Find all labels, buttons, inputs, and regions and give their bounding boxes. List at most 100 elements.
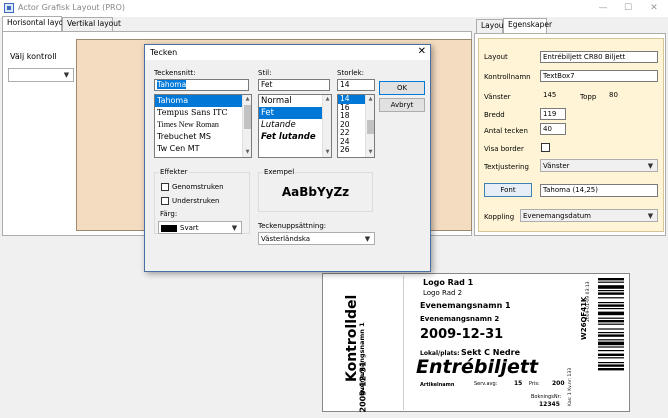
char-count-field[interactable]: 40 [540, 123, 566, 135]
text-justify-label: Textjustering [484, 163, 529, 171]
color-swatch [161, 224, 177, 232]
font-item[interactable]: Tw Cen MT [155, 143, 251, 155]
tab-properties[interactable]: Egenskaper [503, 18, 552, 33]
main-tabs: Horisontal layout Vertikal layout [0, 16, 472, 31]
font-item[interactable]: Times New Roman [155, 119, 251, 131]
barcode-bar [598, 285, 624, 289]
service-fee-label: Serv.avg: [474, 381, 498, 387]
choose-control-select[interactable]: ▼ [8, 68, 74, 82]
scroll-thumb[interactable] [367, 120, 374, 134]
properties-box [478, 38, 664, 232]
stub-event: Evenemangsnamn 1 [358, 322, 366, 396]
barcode-bar [598, 357, 624, 359]
scroll-thumb[interactable] [244, 105, 251, 129]
charset-select[interactable]: Västerländska ▼ [258, 232, 375, 245]
size-list-scrollbar[interactable]: ▲ ▼ [365, 95, 374, 157]
event-name-1: Evenemangsnamn 1 [420, 301, 511, 310]
ticket-preview [322, 273, 630, 412]
font-item[interactable]: Tempus Sans ITC [155, 107, 251, 119]
price-value: 200 [552, 380, 565, 387]
font-item[interactable]: Trebuchet MS [155, 131, 251, 143]
font-family-input[interactable]: Tahoma [154, 79, 249, 91]
color-select[interactable]: Svart ▼ [158, 221, 242, 234]
left-label: Vänster [484, 93, 511, 101]
barcode-bar [598, 341, 624, 346]
font-size-list[interactable]: 14 16 18 20 22 24 26 ▲ ▼ [337, 94, 375, 158]
font-list-scrollbar[interactable]: ▲ ▼ [242, 95, 251, 157]
strikethrough-checkbox[interactable] [161, 183, 169, 191]
maximize-button[interactable]: ☐ [615, 0, 641, 17]
font-size-input[interactable]: 14 [337, 79, 375, 91]
cancel-button[interactable]: Avbryt [379, 98, 425, 112]
scroll-up-icon[interactable]: ▲ [243, 95, 251, 104]
choose-control-label: Välj kontroll [10, 52, 57, 61]
font-style-label: Stil: [258, 69, 272, 77]
app-icon [4, 3, 14, 13]
booking-value: 12345 [539, 401, 560, 408]
article-label: Artikelnamn [420, 382, 455, 388]
style-item[interactable]: Normal [259, 95, 331, 107]
font-size-label: Storlek: [337, 69, 365, 77]
underline-checkbox[interactable] [161, 197, 169, 205]
style-item[interactable]: Fet [259, 107, 331, 119]
dialog-title: Tecken [150, 48, 178, 57]
left-field[interactable]: 145 [540, 89, 570, 101]
width-field[interactable]: 119 [540, 108, 566, 120]
show-border-label: Visa border [484, 145, 524, 153]
top-field[interactable]: 80 [606, 89, 636, 101]
barcode-bar [598, 362, 624, 364]
sample-label: Exempel [263, 168, 296, 176]
charset-label: Teckenuppsättning: [258, 222, 327, 230]
booking-label: BokningsNr: [531, 394, 562, 400]
minimize-button[interactable]: — [590, 0, 616, 17]
scroll-down-icon[interactable]: ▼ [323, 148, 331, 157]
scroll-up-icon[interactable]: ▲ [323, 95, 331, 104]
control-name-field[interactable]: TextBox7 [540, 70, 658, 82]
scroll-down-icon[interactable]: ▼ [366, 148, 374, 157]
font-family-label: Teckensnitt: [154, 69, 196, 77]
font-style-input[interactable]: Fet [258, 79, 330, 91]
font-family-list[interactable]: Tahoma Tempus Sans ITC Times New Roman T… [154, 94, 252, 158]
ok-button[interactable]: OK [379, 81, 425, 95]
title-bar: Actor Grafisk Layout (PRO) — ☐ ✕ [0, 0, 668, 17]
style-item[interactable]: Fet lutande [259, 131, 331, 143]
barcode-bar [598, 368, 624, 371]
style-item[interactable]: Lutande [259, 119, 331, 131]
barcode-bar [598, 311, 624, 316]
side-tabs: Layout Egenskaper [474, 18, 668, 33]
barcode-bar [598, 334, 624, 337]
font-button[interactable]: Font [484, 183, 532, 197]
chevron-down-icon: ▼ [63, 71, 70, 79]
sample-preview: AaBbYyZz [258, 185, 373, 199]
scroll-up-icon[interactable]: ▲ [366, 95, 374, 104]
ticket-cashier: Kas: 1 Kv.nr: 133 [568, 367, 573, 406]
link-select[interactable]: Evenemangsdatum ▼ [520, 209, 658, 222]
tab-vertical-layout[interactable]: Vertikal layout [62, 17, 121, 31]
font-item[interactable]: Tahoma [155, 95, 251, 107]
ticket-heading: Entrébiljett [416, 356, 539, 378]
barcode-bar [598, 304, 624, 307]
scroll-down-icon[interactable]: ▼ [243, 148, 251, 157]
service-fee-value: 15 [514, 380, 523, 387]
tab-horizontal-layout[interactable]: Horisontal layout [2, 16, 71, 31]
event-date: 2009-12-31 [420, 327, 504, 342]
layout-label: Layout [484, 53, 508, 61]
barcode-bar [598, 364, 624, 367]
layout-field[interactable]: Entrébiljett CR80 Biljett [540, 51, 658, 63]
show-border-checkbox[interactable] [541, 143, 550, 152]
dialog-close-button[interactable]: ✕ [418, 46, 426, 57]
ticket-divider [403, 276, 404, 410]
style-list-scrollbar[interactable]: ▲ ▼ [322, 95, 331, 157]
barcode-bar [598, 346, 624, 348]
barcode-bar [598, 297, 624, 299]
barcode-bar [598, 353, 624, 356]
underline-label: Understruken [172, 197, 220, 205]
width-label: Bredd [484, 111, 505, 119]
font-style-list[interactable]: Normal Fet Lutande Fet lutande ▲ ▼ [258, 94, 332, 158]
dialog-title-bar: Tecken ✕ [145, 45, 430, 60]
barcode-bar [598, 302, 624, 304]
close-button[interactable]: ✕ [641, 0, 667, 17]
tab-layout[interactable]: Layout [476, 19, 507, 33]
barcode-bar [598, 350, 624, 352]
text-justify-select[interactable]: Vänster ▼ [540, 159, 658, 172]
